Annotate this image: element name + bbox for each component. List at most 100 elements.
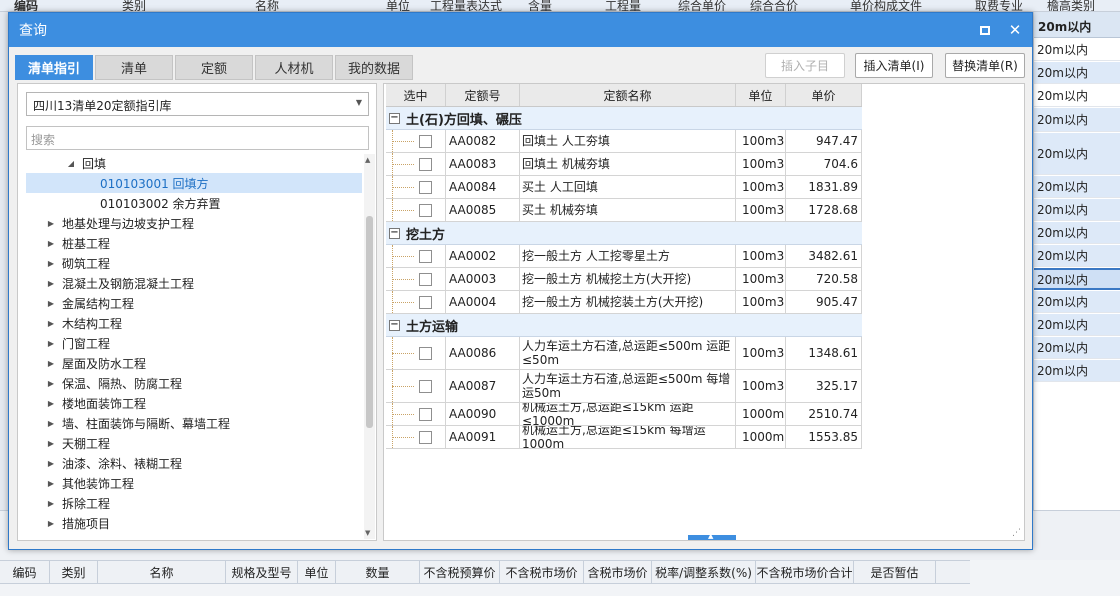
select-cell[interactable]	[386, 245, 446, 267]
scroll-up-icon[interactable]: ▲	[365, 156, 370, 164]
quota-row[interactable]: AA0086 人力车运土方石渣,总运距≤500m 运距≤50m 100m3 1348.…	[386, 337, 862, 370]
expand-arrow-icon[interactable]: ▶	[46, 279, 56, 288]
select-cell[interactable]	[386, 370, 446, 402]
expand-arrow-icon[interactable]: ▶	[46, 439, 56, 448]
tree-node[interactable]: ▶ 油漆、涂料、裱糊工程	[26, 453, 362, 473]
expand-arrow-icon[interactable]: ▶	[46, 499, 56, 508]
eaves-cell[interactable]: 20m以内	[1034, 245, 1120, 267]
tree-node[interactable]: ▶ 墙、柱面装饰与隔断、幕墙工程	[26, 413, 362, 433]
row-checkbox[interactable]	[419, 346, 432, 360]
maximize-button[interactable]	[972, 17, 998, 43]
close-button[interactable]: ✕	[1002, 17, 1028, 43]
tree-node[interactable]: ▶ 混凝土及钢筋混凝土工程	[26, 273, 362, 293]
tab-4[interactable]: 我的数据	[335, 55, 413, 80]
row-checkbox[interactable]	[419, 379, 432, 393]
select-cell[interactable]	[386, 268, 446, 290]
tree-node[interactable]: ▶ 屋面及防水工程	[26, 353, 362, 373]
scroll-down-icon[interactable]: ▼	[365, 529, 370, 537]
eaves-cell[interactable]: 20m以内	[1034, 291, 1120, 313]
eaves-cell[interactable]: 20m以内	[1034, 268, 1120, 290]
quota-row[interactable]: AA0091机械运土方,总运距≤15km 每增运1000m1000m31553.…	[386, 426, 862, 449]
collapse-minus-icon[interactable]: −	[389, 112, 400, 124]
row-checkbox[interactable]	[419, 407, 432, 421]
select-cell[interactable]	[386, 337, 446, 369]
tab-1[interactable]: 清单	[95, 55, 173, 80]
expand-arrow-icon[interactable]: ▶	[46, 379, 56, 388]
insert-child-button[interactable]: 插入子目	[765, 53, 845, 78]
quota-row[interactable]: AA0002 挖一般土方 人工挖零星土方 100m3 3482.61	[386, 245, 862, 268]
row-checkbox[interactable]	[419, 157, 432, 171]
resize-grip-icon[interactable]: ⋰	[1012, 528, 1021, 538]
expand-arrow-icon[interactable]: ▶	[46, 259, 56, 268]
tree-node[interactable]: ▶ 拆除工程	[26, 493, 362, 513]
expand-arrow-icon[interactable]: ▶	[46, 459, 56, 468]
row-checkbox[interactable]	[419, 295, 432, 309]
dialog-titlebar[interactable]: 查询 ✕	[9, 13, 1032, 47]
eaves-cell[interactable]: 20m以内	[1034, 360, 1120, 382]
tree-node[interactable]: ▶ 楼地面装饰工程	[26, 393, 362, 413]
search-input[interactable]: 搜索	[26, 126, 369, 150]
tree-node[interactable]: ▶ 其他装饰工程	[26, 473, 362, 493]
group-row[interactable]: − 挖土方	[386, 222, 862, 245]
tree-node[interactable]: 010103001 回填方	[26, 173, 362, 193]
quota-row[interactable]: AA0090机械运土方,总运距≤15km 运距≤1000m1000m32510.…	[386, 403, 862, 426]
tab-3[interactable]: 人材机	[255, 55, 333, 80]
eaves-cell[interactable]: 20m以内	[1034, 222, 1120, 244]
group-row[interactable]: − 土方运输	[386, 314, 862, 337]
panel-splitter[interactable]: ▲	[688, 532, 736, 540]
quota-row[interactable]: AA0004 挖一般土方 机械挖装土方(大开挖) 100m3 905.47	[386, 291, 862, 314]
row-checkbox[interactable]	[419, 180, 432, 194]
tree-node[interactable]: ▶ 天棚工程	[26, 433, 362, 453]
row-checkbox[interactable]	[419, 272, 432, 286]
select-cell[interactable]	[386, 403, 446, 425]
expand-arrow-icon[interactable]: ▶	[46, 419, 56, 428]
collapse-arrow-icon[interactable]: ◢	[66, 159, 76, 168]
eaves-cell[interactable]: 20m以内	[1034, 337, 1120, 359]
tree-node[interactable]: ▶ 地基处理与边坡支护工程	[26, 213, 362, 233]
quota-row[interactable]: AA0083 回填土 机械夯填 100m3 704.6	[386, 153, 862, 176]
quota-row[interactable]: AA0082 回填土 人工夯填 100m3 947.47	[386, 130, 862, 153]
expand-arrow-icon[interactable]: ▶	[46, 299, 56, 308]
select-cell[interactable]	[386, 426, 446, 448]
tree-node[interactable]: ▶ 措施项目	[26, 513, 362, 533]
collapse-minus-icon[interactable]: −	[389, 319, 400, 331]
quota-row[interactable]: AA0085 买土 机械夯填 100m3 1728.68	[386, 199, 862, 222]
group-row[interactable]: − 土(石)方回填、碾压	[386, 107, 862, 130]
tree-node[interactable]: ▶ 木结构工程	[26, 313, 362, 333]
tab-2[interactable]: 定额	[175, 55, 253, 80]
select-cell[interactable]	[386, 291, 446, 313]
quota-row[interactable]: AA0003 挖一般土方 机械挖土方(大开挖) 100m3 720.58	[386, 268, 862, 291]
tree-node[interactable]: ▶ 金属结构工程	[26, 293, 362, 313]
eaves-cell[interactable]: 20m以内	[1034, 176, 1120, 198]
quota-row[interactable]: AA0084 买土 人工回填 100m3 1831.89	[386, 176, 862, 199]
eaves-cell[interactable]: 20m以内	[1034, 133, 1120, 175]
expand-arrow-icon[interactable]: ▶	[46, 219, 56, 228]
expand-arrow-icon[interactable]: ▶	[46, 399, 56, 408]
expand-arrow-icon[interactable]: ▶	[46, 359, 56, 368]
eaves-cell[interactable]: 20m以内	[1034, 39, 1120, 61]
eaves-cell[interactable]: 20m以内	[1034, 199, 1120, 221]
select-cell[interactable]	[386, 130, 446, 152]
eaves-cell[interactable]: 20m以内	[1034, 62, 1120, 84]
eaves-cell[interactable]: 20m以内	[1034, 85, 1120, 107]
tree-node[interactable]: 010103002 余方弃置	[26, 193, 362, 213]
tree-node[interactable]: ▶ 桩基工程	[26, 233, 362, 253]
quota-row[interactable]: AA0087 人力车运土方石渣,总运距≤500m 每增运50m 100m3 325.1…	[386, 370, 862, 403]
expand-arrow-icon[interactable]: ▶	[46, 239, 56, 248]
expand-arrow-icon[interactable]: ▶	[46, 519, 56, 528]
tree-scrollbar[interactable]: ▲ ▼	[364, 154, 375, 539]
library-select[interactable]: 四川13清单20定额指引库 ▼	[26, 92, 369, 116]
expand-arrow-icon[interactable]: ▶	[46, 339, 56, 348]
collapse-minus-icon[interactable]: −	[389, 227, 400, 239]
select-cell[interactable]	[386, 176, 446, 198]
eaves-cell[interactable]: 20m以内	[1034, 314, 1120, 336]
tree-node[interactable]: ▶ 保温、隔热、防腐工程	[26, 373, 362, 393]
tree-scrollbar-thumb[interactable]	[366, 216, 373, 428]
expand-arrow-icon[interactable]: ▶	[46, 319, 56, 328]
row-checkbox[interactable]	[419, 203, 432, 217]
row-checkbox[interactable]	[419, 249, 432, 263]
expand-arrow-icon[interactable]: ▶	[46, 479, 56, 488]
row-checkbox[interactable]	[419, 134, 432, 148]
tree-node[interactable]: ▶ 门窗工程	[26, 333, 362, 353]
tree-node[interactable]: ◢ 回填	[26, 153, 362, 173]
